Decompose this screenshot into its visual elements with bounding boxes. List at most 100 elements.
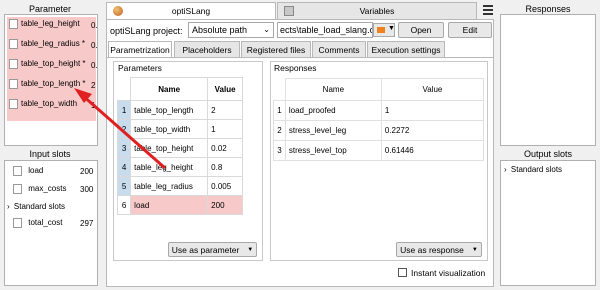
parameters-table[interactable]: Name Value 1 table_top_length 2 2 table_top_… — [116, 77, 243, 215]
standard-slots-label: Standard slots — [13, 202, 66, 211]
parameter-list-item[interactable]: table_top_width — [9, 99, 95, 115]
response-name-cell[interactable]: load_proofed — [284, 100, 382, 121]
parameter-item-label: table_top_width — [21, 99, 78, 109]
tab-parametrization[interactable]: Parametrization — [108, 41, 172, 57]
row-number[interactable]: 5 — [116, 176, 132, 196]
slot-icon — [13, 184, 22, 194]
table-row[interactable]: 5 table_leg_radius 0.005 — [116, 176, 243, 196]
input-slot-value: 200 — [80, 167, 94, 176]
chevron-down-icon: ⌄ — [263, 25, 270, 34]
dropdown-arrow-icon: ▼ — [247, 246, 254, 253]
input-slot-row[interactable]: max_costs — [13, 184, 66, 194]
parameter-value-cell[interactable]: 0.8 — [207, 157, 243, 177]
row-number[interactable]: 1 — [273, 100, 286, 121]
path-mode-select[interactable]: Absolute path ⌄ — [188, 22, 274, 38]
path-mode-value: Absolute path — [192, 25, 248, 35]
parameter-list-item[interactable]: table_leg_radius * — [9, 39, 95, 55]
row-number[interactable]: 1 — [116, 100, 132, 120]
menu-icon[interactable] — [483, 5, 493, 15]
response-value-cell[interactable]: 0.61446 — [380, 140, 485, 161]
row-number[interactable]: 4 — [116, 157, 132, 177]
standard-slot-row[interactable]: total_cost — [13, 218, 62, 228]
tab-variables[interactable]: Variables — [277, 2, 477, 19]
edit-button[interactable]: Edit — [448, 22, 492, 38]
tab-divider — [107, 57, 493, 58]
table-row[interactable]: 1 load_proofed 1 — [273, 100, 485, 121]
parameter-item-label: table_leg_height — [21, 19, 80, 29]
parameter-list-item[interactable]: table_leg_height — [9, 19, 95, 35]
output-slots-list[interactable]: › Standard slots — [500, 160, 596, 286]
parameter-panel-header: Parameter — [28, 4, 72, 14]
standard-slots-group[interactable]: › Standard slots — [7, 202, 65, 211]
use-as-response-label: Use as response — [400, 244, 464, 255]
use-as-parameter-button[interactable]: Use as parameter ▼ — [168, 242, 257, 257]
parameter-list[interactable]: table_leg_height 0. table_leg_radius * 0. ta… — [4, 14, 98, 146]
instant-visualization-checkbox[interactable] — [398, 268, 407, 277]
project-path-input[interactable]: ects\table_load_slang.o — [277, 22, 373, 38]
responses-table[interactable]: Name Value 1 load_proofed 1 2 stress_level_l… — [273, 78, 485, 161]
use-as-response-button[interactable]: Use as response ▼ — [396, 242, 482, 257]
expand-arrow-icon[interactable]: › — [504, 165, 507, 174]
corner-cell — [117, 77, 131, 101]
table-row[interactable]: 2 table_top_width 1 — [116, 119, 243, 139]
row-number[interactable]: 2 — [116, 119, 132, 139]
parameter-name-cell[interactable]: table_top_height — [130, 138, 209, 158]
parameter-value-cell[interactable]: 2 — [207, 100, 243, 120]
recent-projects-button[interactable]: ▼ — [373, 23, 395, 37]
parameter-list-item[interactable]: table_top_height * — [9, 59, 95, 75]
table-row[interactable]: 3 stress_level_top 0.61446 — [273, 140, 485, 161]
table-row[interactable]: 6 load 200 — [116, 195, 243, 215]
responses-panel-list[interactable] — [500, 14, 596, 146]
table-row[interactable]: 4 table_leg_height 0.8 — [116, 157, 243, 177]
col-header-name[interactable]: Name — [130, 77, 209, 101]
response-value-cell[interactable]: 0.2272 — [380, 120, 485, 141]
parameter-item-value: 1. — [91, 101, 97, 110]
tab-registered-files[interactable]: Registered files — [241, 41, 311, 57]
input-slots-list[interactable]: load 200 max_costs 300 › Standard slots … — [4, 160, 98, 286]
project-path-value: ects\table_load_slang.o — [280, 25, 373, 35]
slot-icon — [13, 166, 22, 176]
response-name-cell[interactable]: stress_level_top — [284, 140, 382, 161]
parameter-name-cell[interactable]: table_top_width — [130, 119, 209, 139]
col-header-name[interactable]: Name — [284, 78, 382, 101]
col-header-value[interactable]: Value — [207, 77, 243, 101]
response-value-cell[interactable]: 1 — [380, 100, 485, 121]
parameter-item-value: 0. — [91, 21, 97, 30]
use-as-parameter-label: Use as parameter — [171, 244, 240, 255]
variables-icon — [284, 6, 294, 16]
tab-optislang[interactable]: optiSLang — [106, 2, 276, 19]
parameter-list-item[interactable]: table_top_length * — [9, 79, 95, 95]
table-row[interactable]: 3 table_top_height 0.02 — [116, 138, 243, 158]
parameter-item-value: 0. — [91, 41, 97, 50]
standard-slot-value: 297 — [80, 219, 94, 228]
parameter-name-cell[interactable]: table_leg_height — [130, 157, 209, 177]
row-number[interactable]: 2 — [273, 120, 286, 141]
col-header-value[interactable]: Value — [380, 78, 485, 101]
row-number[interactable]: 6 — [116, 195, 132, 215]
input-slot-row[interactable]: load — [13, 166, 43, 176]
expand-arrow-icon[interactable]: › — [7, 202, 10, 211]
parameter-item-value: 2 — [91, 81, 96, 90]
tab-placeholders[interactable]: Placeholders — [174, 41, 240, 57]
open-button[interactable]: Open — [398, 22, 444, 38]
standard-slots-group[interactable]: › Standard slots — [504, 165, 562, 174]
input-slots-header: Input slots — [29, 149, 71, 159]
parameter-icon — [9, 99, 18, 109]
parameter-value-cell[interactable]: 0.005 — [207, 176, 243, 196]
parameter-value-cell[interactable]: 0.02 — [207, 138, 243, 158]
table-row[interactable]: 2 stress_level_leg 0.2272 — [273, 120, 485, 141]
tab-comments[interactable]: Comments — [312, 41, 366, 57]
row-number[interactable]: 3 — [273, 140, 286, 161]
standard-slot-name: total_cost — [28, 218, 63, 228]
table-row[interactable]: 1 table_top_length 2 — [116, 100, 243, 120]
tab-execution-settings[interactable]: Execution settings — [367, 41, 445, 57]
input-slot-name: max_costs — [28, 184, 67, 194]
parameter-value-cell[interactable]: 200 — [207, 195, 243, 215]
output-slots-header: Output slots — [523, 149, 573, 159]
parameter-name-cell[interactable]: table_top_length — [130, 100, 209, 120]
response-name-cell[interactable]: stress_level_leg — [284, 120, 382, 141]
parameter-value-cell[interactable]: 1 — [207, 119, 243, 139]
parameter-name-cell[interactable]: load — [130, 195, 209, 215]
parameter-name-cell[interactable]: table_leg_radius — [130, 176, 209, 196]
row-number[interactable]: 3 — [116, 138, 132, 158]
